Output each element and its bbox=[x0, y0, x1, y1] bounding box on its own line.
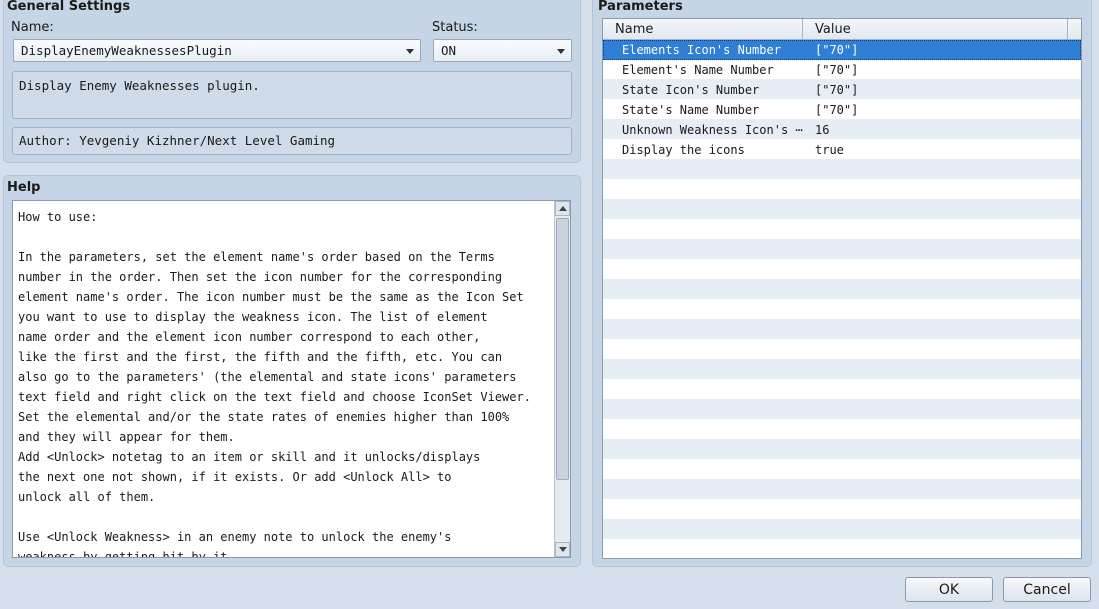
table-row[interactable]: Display the icons true bbox=[603, 140, 1081, 160]
cancel-button[interactable]: Cancel bbox=[1003, 577, 1091, 602]
help-text: How to use: In the parameters, set the e… bbox=[18, 210, 531, 558]
help-text-area[interactable]: How to use: In the parameters, set the e… bbox=[12, 200, 571, 558]
param-value: ["70"] bbox=[815, 43, 859, 57]
param-name: Display the icons bbox=[622, 143, 745, 157]
scroll-up-button[interactable] bbox=[555, 201, 570, 216]
table-row[interactable]: State's Name Number ["70"] bbox=[603, 100, 1081, 120]
param-name: Elements Icon's Number bbox=[622, 43, 781, 57]
description-text: Display Enemy Weaknesses plugin. bbox=[19, 78, 260, 93]
table-header: Name Value bbox=[603, 19, 1081, 40]
parameters-title: Parameters bbox=[598, 0, 683, 14]
status-select[interactable]: ON bbox=[433, 39, 572, 62]
arrow-up-icon bbox=[559, 206, 567, 211]
param-value: 16 bbox=[815, 123, 830, 137]
table-row[interactable]: Elements Icon's Number ["70"] bbox=[603, 40, 1081, 60]
chevron-down-icon bbox=[406, 49, 414, 54]
status-value: ON bbox=[441, 43, 457, 58]
arrow-down-icon bbox=[559, 547, 567, 552]
help-title: Help bbox=[7, 180, 41, 195]
plugin-description: Display Enemy Weaknesses plugin. bbox=[12, 71, 572, 119]
column-header-name[interactable]: Name bbox=[603, 19, 803, 40]
param-name: State Icon's Number bbox=[622, 83, 760, 97]
table-row[interactable]: Unknown Weakness Icon's ⋯ 16 bbox=[603, 120, 1081, 140]
table-row[interactable]: State Icon's Number ["70"] bbox=[603, 80, 1081, 100]
scroll-thumb[interactable] bbox=[556, 218, 569, 480]
status-label: Status: bbox=[432, 20, 478, 35]
scroll-down-button[interactable] bbox=[555, 542, 570, 557]
param-name: State's Name Number bbox=[622, 103, 760, 117]
param-name: Element's Name Number bbox=[622, 63, 774, 77]
param-value: ["70"] bbox=[815, 83, 859, 97]
param-value: true bbox=[815, 143, 844, 157]
plugin-name-select[interactable]: DisplayEnemyWeaknessesPlugin bbox=[13, 39, 421, 62]
param-value: ["70"] bbox=[815, 63, 859, 77]
table-body: Elements Icon's Number ["70"] Element's … bbox=[603, 40, 1081, 160]
general-settings-title: General Settings bbox=[7, 0, 131, 14]
chevron-down-icon bbox=[557, 49, 565, 54]
parameters-table[interactable]: Name Value Elements Icon's Number ["70"]… bbox=[602, 18, 1082, 559]
param-name: Unknown Weakness Icon's ⋯ bbox=[622, 123, 803, 137]
table-row[interactable]: Element's Name Number ["70"] bbox=[603, 60, 1081, 80]
column-header-value[interactable]: Value bbox=[803, 19, 1068, 40]
param-value: ["70"] bbox=[815, 103, 859, 117]
plugin-name-value: DisplayEnemyWeaknessesPlugin bbox=[21, 43, 232, 58]
plugin-author: Author: Yevgeniy Kizhner/Next Level Gami… bbox=[12, 127, 572, 155]
ok-button[interactable]: OK bbox=[905, 577, 993, 602]
name-label: Name: bbox=[11, 20, 54, 35]
help-scrollbar[interactable] bbox=[554, 201, 570, 557]
author-text: Author: Yevgeniy Kizhner/Next Level Gami… bbox=[19, 133, 336, 148]
